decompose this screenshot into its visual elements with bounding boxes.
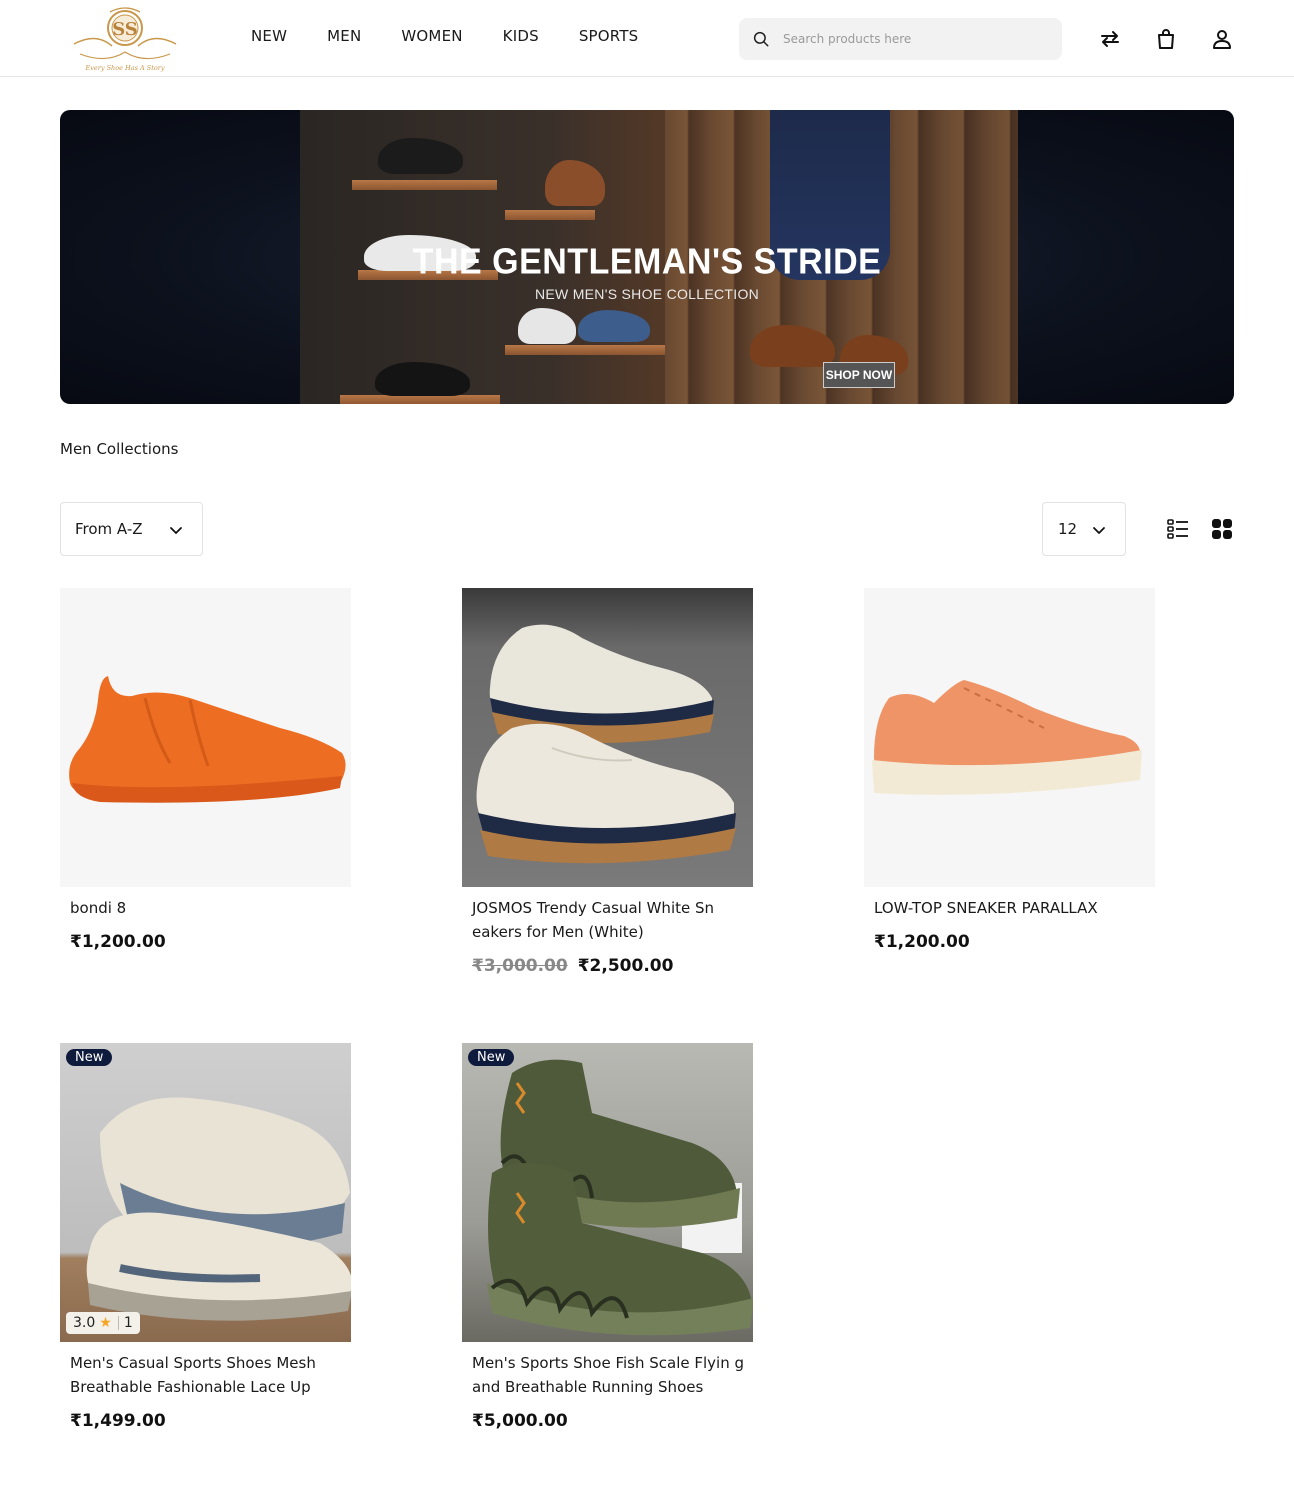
product-price: ₹3,000.00 ₹2,500.00 xyxy=(472,956,673,976)
chunky-sneaker-stack-image xyxy=(86,1097,351,1321)
shoe-image xyxy=(375,362,470,396)
cart-button[interactable] xyxy=(1154,27,1178,51)
product-name[interactable]: LOW-TOP SNEAKER PARALLAX xyxy=(874,896,1154,920)
new-badge: New xyxy=(66,1049,113,1066)
sort-value: From A-Z xyxy=(75,520,143,538)
nav-item-men[interactable]: MEN xyxy=(327,27,361,45)
current-price: ₹1,200.00 xyxy=(874,932,970,952)
nav-item-kids[interactable]: KIDS xyxy=(503,27,539,45)
per-page-value: 12 xyxy=(1058,520,1078,538)
nav-item-sports[interactable]: SPORTS xyxy=(579,27,639,45)
logo-emblem-icon: SS Every Shoe Has A Story xyxy=(73,7,177,72)
banner-title: THE GENTLEMAN'S STRIDE xyxy=(412,242,882,282)
rating-count: 1 xyxy=(123,1315,133,1331)
current-price: ₹1,200.00 xyxy=(70,932,166,952)
main-nav: NEW MEN WOMEN KIDS SPORTS xyxy=(251,27,638,45)
product-image[interactable] xyxy=(462,588,753,887)
star-icon: ★ xyxy=(99,1315,112,1331)
account-button[interactable] xyxy=(1210,27,1234,51)
rating-value: 3.0 xyxy=(73,1315,96,1331)
list-view-icon[interactable] xyxy=(1166,517,1190,541)
product-image[interactable]: New xyxy=(462,1043,753,1342)
chevron-down-icon xyxy=(170,527,182,534)
svg-text:Every Shoe Has A Story: Every Shoe Has A Story xyxy=(84,64,164,72)
current-price: ₹1,499.00 xyxy=(70,1411,166,1431)
chevron-down-icon xyxy=(1093,527,1105,534)
product-name[interactable]: Men's Casual Sports Shoes Mesh Breathabl… xyxy=(70,1351,350,1399)
olive-running-shoe-pair-image xyxy=(487,1059,753,1336)
shopping-bag-icon xyxy=(1158,29,1174,49)
shoe-image xyxy=(518,308,576,344)
sort-dropdown[interactable]: From A-Z xyxy=(60,502,203,556)
product-image[interactable] xyxy=(60,588,351,887)
product-name[interactable]: JOSMOS Trendy Casual White Sn eakers for… xyxy=(472,896,752,944)
search-bar xyxy=(739,18,1062,60)
product-image[interactable]: New 3.0 ★ 1 xyxy=(60,1043,351,1342)
product-image[interactable] xyxy=(864,588,1155,887)
shoe-image xyxy=(378,138,463,174)
shop-now-button[interactable]: SHOP NOW xyxy=(823,362,895,388)
product-card[interactable]: JOSMOS Trendy Casual White Sn eakers for… xyxy=(462,588,762,988)
search-icon[interactable] xyxy=(752,30,770,48)
banner-subtitle: NEW MEN'S SHOE COLLECTION xyxy=(534,286,760,302)
shoe-image xyxy=(545,160,605,206)
product-card[interactable]: bondi 8 ₹1,200.00 xyxy=(60,588,360,968)
compare-button[interactable] xyxy=(1098,27,1122,51)
current-price: ₹2,500.00 xyxy=(577,956,674,976)
svg-text:SS: SS xyxy=(112,19,138,40)
per-page-dropdown[interactable]: 12 xyxy=(1042,502,1126,556)
current-price: ₹5,000.00 xyxy=(472,1411,568,1431)
compare-arrows-icon xyxy=(1101,31,1119,47)
hero-banner[interactable]: THE GENTLEMAN'S STRIDE NEW MEN'S SHOE CO… xyxy=(60,110,1234,404)
user-icon xyxy=(1213,30,1231,49)
product-price: ₹5,000.00 xyxy=(472,1411,568,1431)
shoe-image xyxy=(578,310,650,342)
peach-lowtop-sneaker-image xyxy=(872,680,1142,795)
nav-item-women[interactable]: WOMEN xyxy=(401,27,462,45)
site-header: SS Every Shoe Has A Story NEW MEN WOMEN … xyxy=(0,0,1294,77)
product-card[interactable]: New 3.0 ★ 1 Men's Casual Sports Shoes Me… xyxy=(60,1043,360,1443)
new-badge: New xyxy=(468,1049,515,1066)
product-price: ₹1,200.00 xyxy=(70,932,166,952)
product-card[interactable]: LOW-TOP SNEAKER PARALLAX ₹1,200.00 xyxy=(864,588,1164,968)
product-price: ₹1,499.00 xyxy=(70,1411,166,1431)
product-price: ₹1,200.00 xyxy=(874,932,970,952)
product-name[interactable]: Men's Sports Shoe Fish Scale Flyin g and… xyxy=(472,1351,752,1399)
product-card[interactable]: New Men's Sports Shoe Fish Scale Flyin g… xyxy=(462,1043,762,1443)
brand-logo[interactable]: SS Every Shoe Has A Story xyxy=(66,4,184,74)
rating-badge: 3.0 ★ 1 xyxy=(66,1312,140,1334)
grid-view-icon[interactable] xyxy=(1210,517,1234,541)
original-price: ₹3,000.00 xyxy=(472,956,568,976)
orange-slipon-shoe-image xyxy=(69,676,346,803)
collection-title: Men Collections xyxy=(60,440,179,458)
nav-item-new[interactable]: NEW xyxy=(251,27,287,45)
search-input[interactable] xyxy=(783,27,1043,51)
white-sneaker-pair-image xyxy=(476,624,736,864)
product-name[interactable]: bondi 8 xyxy=(70,896,350,920)
